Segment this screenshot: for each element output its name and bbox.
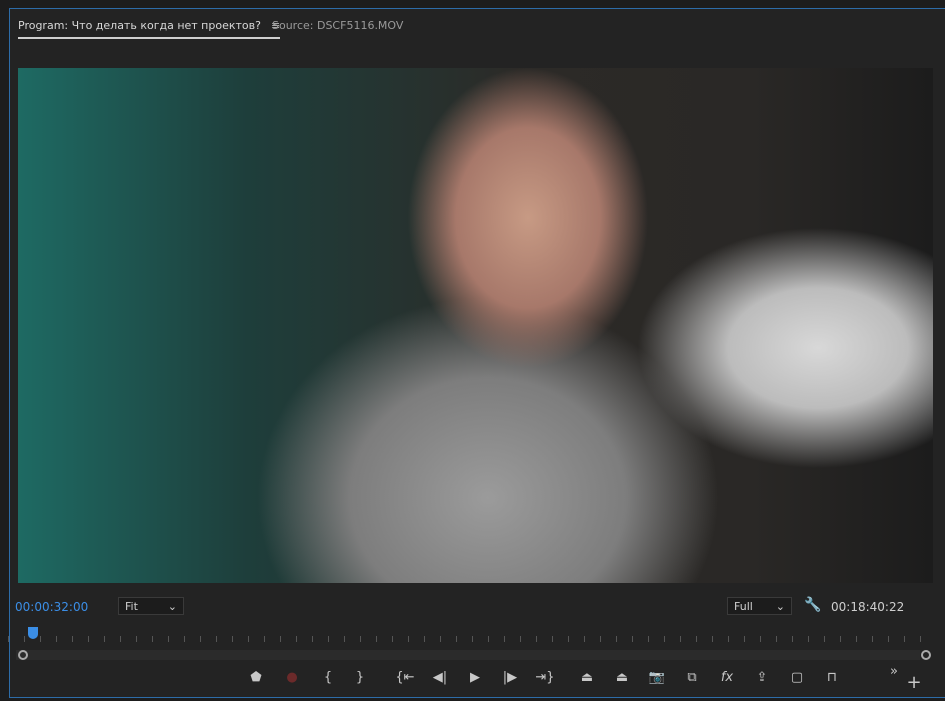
- current-timecode[interactable]: 00:00:32:00: [15, 600, 88, 614]
- comparison-view-button[interactable]: ⧉: [682, 670, 702, 685]
- export-button[interactable]: ⇪: [752, 670, 772, 685]
- play-button[interactable]: ▶: [465, 670, 485, 685]
- chevron-down-icon: ⌄: [167, 600, 177, 613]
- safe-margins-button[interactable]: ▢: [787, 670, 807, 685]
- export-frame-button[interactable]: 📷: [647, 670, 667, 685]
- playhead[interactable]: [28, 627, 38, 639]
- duration-timecode: 00:18:40:22: [831, 600, 905, 614]
- timeline-ruler-button[interactable]: ⊓: [822, 670, 842, 685]
- step-forward-button[interactable]: |▶: [500, 670, 520, 685]
- zoom-level-select[interactable]: Fit ⌄: [118, 597, 184, 615]
- zoom-scrollbar[interactable]: [16, 650, 920, 660]
- add-marker-button[interactable]: ⬟: [246, 670, 266, 685]
- go-to-in-button[interactable]: {⇤: [395, 670, 415, 685]
- playback-resolution-select[interactable]: Full ⌄: [727, 597, 792, 615]
- more-button[interactable]: »: [884, 664, 904, 679]
- fx-button[interactable]: fx: [717, 670, 737, 685]
- extract-button[interactable]: ⏏: [612, 670, 632, 685]
- scrollbar-right-handle[interactable]: [921, 650, 931, 660]
- mark-out-button[interactable]: }: [350, 670, 370, 685]
- chevron-down-icon: ⌄: [775, 600, 785, 613]
- time-ruler[interactable]: [8, 628, 923, 642]
- tab-label: Program: Что делать когда нет проектов?: [18, 19, 261, 32]
- lift-button[interactable]: ⏏: [577, 670, 597, 685]
- transport-controls: ⬟ ● {} {⇤ ◀| ▶ |▶ ⇥} ⏏ ⏏ 📷 ⧉ fx ⇪ ▢ ⊓ » +: [0, 664, 945, 693]
- tab-source[interactable]: Source: DSCF5116.MOV: [272, 19, 403, 32]
- resolution-value: Full: [734, 600, 753, 613]
- record-button[interactable]: ●: [282, 670, 302, 685]
- scrollbar-left-handle[interactable]: [18, 650, 28, 660]
- wrench-icon[interactable]: 🔧: [804, 597, 821, 613]
- video-preview: [18, 68, 933, 583]
- button-editor-button[interactable]: +: [904, 672, 924, 693]
- step-back-button[interactable]: ◀|: [430, 670, 450, 685]
- zoom-value: Fit: [125, 600, 138, 613]
- program-monitor-panel: Program: Что делать когда нет проектов? ≡…: [9, 8, 945, 698]
- tab-program[interactable]: Program: Что делать когда нет проектов? ≡: [18, 19, 281, 39]
- mark-in-button[interactable]: {: [318, 670, 338, 685]
- go-to-out-button[interactable]: ⇥}: [535, 670, 555, 685]
